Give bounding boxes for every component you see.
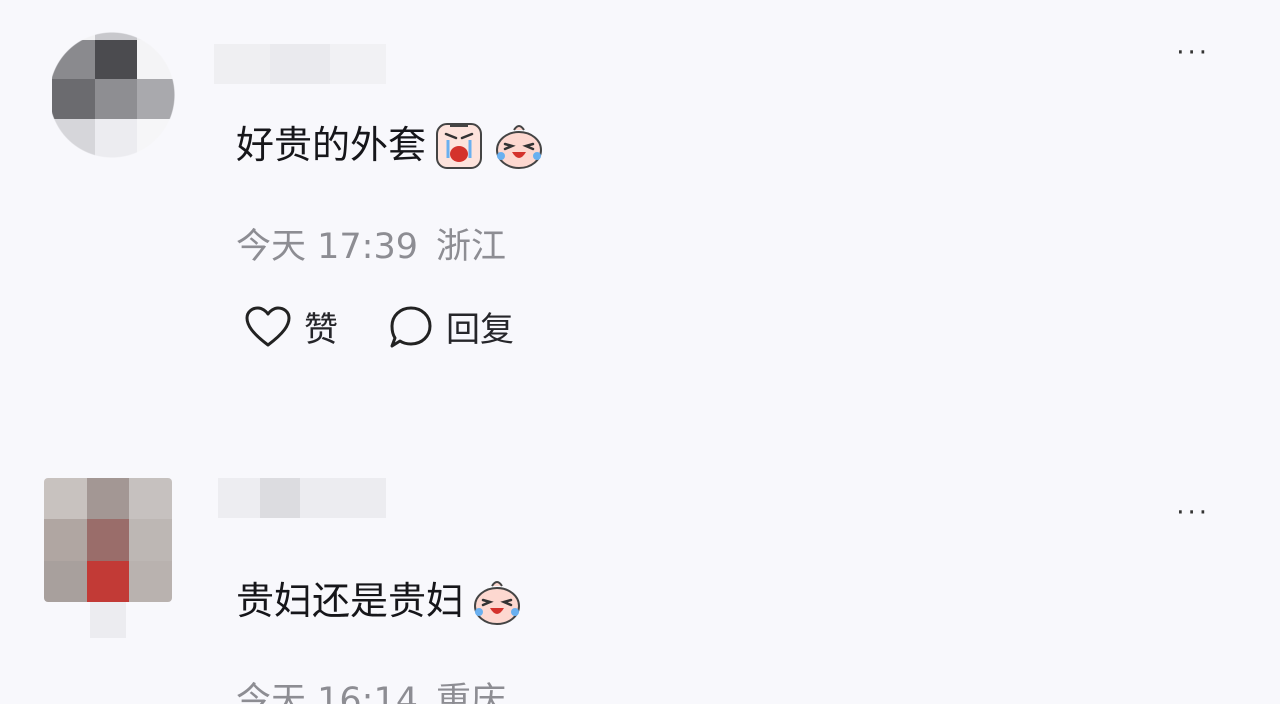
like-button[interactable]: 赞: [244, 302, 338, 351]
avatar-mosaic-fragment: [90, 602, 126, 638]
reply-label: 回复: [446, 310, 514, 350]
angry-crying-face-emoji: [436, 123, 483, 169]
comment-meta: 今天 17:39 浙江: [236, 218, 506, 269]
comment-time: 今天 17:39: [236, 227, 418, 267]
comment-body: 好贵的外套: [236, 123, 427, 167]
more-options-button[interactable]: ···: [1176, 500, 1210, 526]
comment-text: 好贵的外套: [236, 118, 546, 172]
username-blurred[interactable]: [218, 478, 386, 518]
speech-bubble-icon: [390, 306, 432, 347]
reply-button[interactable]: 回复: [388, 302, 514, 351]
comment-list: ··· 好贵的外套 今天 17:39 浙江 赞 回复 ··· 贵妇还是贵妇 今天…: [0, 0, 1280, 704]
ellipsis-icon: ···: [1176, 38, 1210, 68]
comment-location: 浙江: [436, 227, 507, 267]
comment-item: ··· 贵妇还是贵妇 今天 16:14 重庆: [0, 460, 1280, 704]
more-options-button[interactable]: ···: [1176, 40, 1210, 66]
laughing-crying-face-emoji: [474, 581, 521, 625]
avatar[interactable]: [52, 0, 180, 158]
avatar[interactable]: [44, 478, 172, 602]
like-label: 赞: [304, 310, 338, 350]
username-blurred[interactable]: [214, 44, 386, 84]
comment-meta: 今天 16:14 重庆: [236, 672, 506, 704]
ellipsis-icon: ···: [1176, 498, 1210, 528]
heart-outline-icon: [245, 306, 291, 346]
comment-item: ··· 好贵的外套 今天 17:39 浙江 赞 回复: [0, 0, 1280, 400]
comment-time: 今天 16:14: [236, 681, 418, 704]
laughing-crying-face-emoji: [496, 125, 543, 169]
comment-location: 重庆: [436, 681, 507, 704]
comment-body: 贵妇还是贵妇: [236, 579, 465, 623]
comment-text: 贵妇还是贵妇: [236, 574, 524, 628]
comment-actions: 赞 回复: [244, 302, 514, 351]
